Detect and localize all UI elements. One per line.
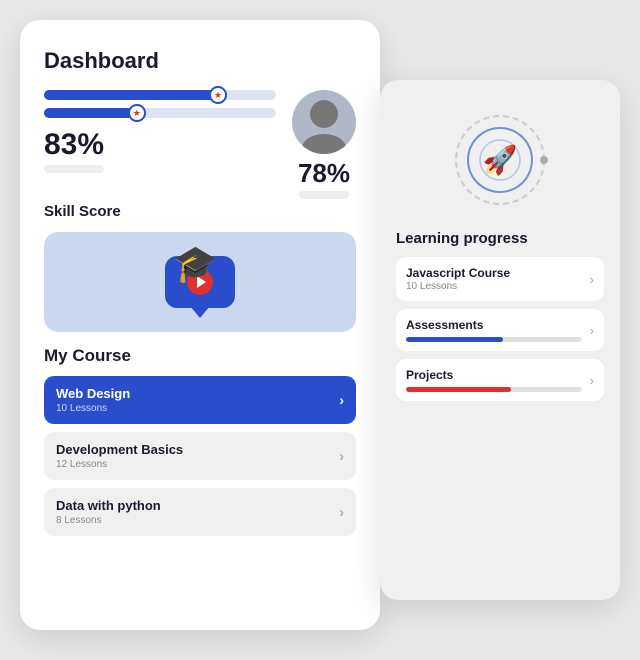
right-item-name-1: Assessments — [406, 318, 582, 332]
chevron-icon-0: › — [339, 392, 344, 408]
stat-right-line — [299, 191, 349, 199]
stat-left: 83% — [44, 130, 104, 173]
chevron-icon-2: › — [339, 504, 344, 520]
course-banner: 🎓 — [44, 232, 356, 332]
progress-row-1: ★ — [44, 90, 276, 100]
right-chevron-0: › — [590, 272, 594, 287]
course-item-info-0: Web Design 10 Lessons — [56, 386, 130, 414]
avatar-svg — [292, 90, 356, 154]
main-card: Dashboard ★ — [20, 20, 380, 630]
progress-bar-wrap-2: ★ — [44, 108, 276, 118]
rocket-icon: 🚀 — [483, 144, 518, 177]
progress-row-2: ★ — [44, 108, 276, 118]
star-icon-2: ★ — [133, 108, 141, 119]
course-item-lessons-1: 12 Lessons — [56, 459, 183, 470]
course-item-info-1: Development Basics 12 Lessons — [56, 442, 183, 470]
right-item-info-2: Projects — [406, 368, 582, 392]
right-item-name-2: Projects — [406, 368, 582, 382]
right-chevron-1: › — [590, 323, 594, 338]
course-item-name-2: Data with python — [56, 498, 161, 513]
rocket-wrap: 🚀 — [450, 110, 550, 210]
star-badge-2: ★ — [128, 104, 146, 122]
right-item-bar-wrap-2 — [406, 387, 582, 392]
learning-progress-title: Learning progress — [396, 230, 604, 247]
right-chevron-2: › — [590, 373, 594, 388]
course-item-1[interactable]: Development Basics 12 Lessons › — [44, 432, 356, 480]
right-item-name-0: Javascript Course — [406, 266, 582, 280]
right-card: 🚀 Learning progress Javascript Course 10… — [380, 80, 620, 600]
dashboard-title: Dashboard — [44, 48, 356, 74]
avatar — [292, 90, 356, 154]
progress-section: ★ ★ — [44, 90, 276, 118]
right-item-lessons-0: 10 Lessons — [406, 281, 582, 292]
right-item-info-0: Javascript Course 10 Lessons — [406, 266, 582, 292]
course-item-2[interactable]: Data with python 8 Lessons › — [44, 488, 356, 536]
course-item-lessons-0: 10 Lessons — [56, 403, 130, 414]
stat-percent-left: 83% — [44, 130, 104, 160]
course-item-info-2: Data with python 8 Lessons — [56, 498, 161, 526]
right-item-1[interactable]: Assessments › — [396, 309, 604, 351]
right-item-bar-wrap-1 — [406, 337, 582, 342]
stat-percent-right: 78% — [298, 160, 350, 186]
avatar-section: 78% — [292, 90, 356, 199]
scene: Dashboard ★ — [20, 20, 620, 640]
my-course-title: My Course — [44, 346, 356, 366]
stat-label-line — [44, 165, 104, 173]
right-item-info-1: Assessments — [406, 318, 582, 342]
progress-bar-fill-1: ★ — [44, 90, 218, 100]
chevron-icon-1: › — [339, 448, 344, 464]
grad-cap-icon: 🎓 — [173, 243, 218, 285]
course-item-lessons-2: 8 Lessons — [56, 515, 161, 526]
course-item-0[interactable]: Web Design 10 Lessons › — [44, 376, 356, 424]
course-item-name-1: Development Basics — [56, 442, 183, 457]
skill-score-label: Skill Score — [44, 203, 356, 220]
course-item-name-0: Web Design — [56, 386, 130, 401]
right-item-bar-2 — [406, 387, 511, 392]
right-item-bar-1 — [406, 337, 503, 342]
right-item-2[interactable]: Projects › — [396, 359, 604, 401]
stats-row: 83% — [44, 130, 276, 173]
rocket-section: 🚀 — [396, 100, 604, 220]
progress-bar-wrap-1: ★ — [44, 90, 276, 100]
star-icon-1: ★ — [214, 90, 222, 101]
progress-bar-fill-2: ★ — [44, 108, 137, 118]
star-badge-1: ★ — [209, 86, 227, 104]
right-item-0[interactable]: Javascript Course 10 Lessons › — [396, 257, 604, 301]
